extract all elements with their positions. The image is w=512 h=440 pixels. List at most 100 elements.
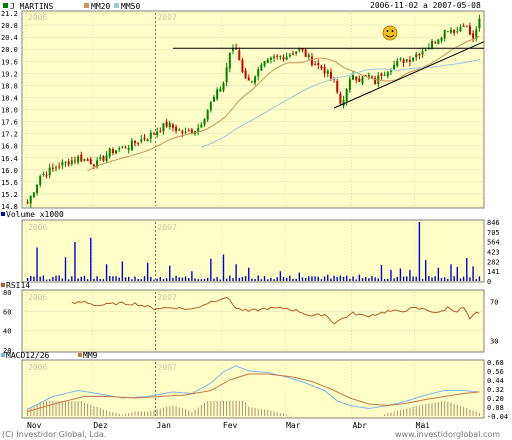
candle-body [449,29,452,33]
candle-body [130,140,133,150]
candle-body [86,159,89,161]
candle-body [443,30,446,39]
volume-tick-label: 564 [487,239,500,247]
candle-body [143,137,146,140]
candle-body [329,71,332,79]
candle-body [165,121,168,127]
candle-body [197,127,200,132]
price-tick-label: 19.2 [1,70,18,78]
price-tick-label: 15.2 [1,191,18,199]
rsi-panel-bg [21,289,485,353]
year-mark: 2007 [158,223,177,232]
month-label: Jan [157,421,172,430]
candle-body [178,129,181,131]
candle-body [83,159,86,161]
ma20-legend-icon [84,3,89,8]
price-tick-label: 15.6 [1,179,18,187]
candle-body [301,48,304,51]
legend-square-icon [3,3,8,8]
rsi-right-tick: 30 [490,337,498,345]
candle-body [282,57,285,60]
year-mark: 2007 [158,13,177,22]
candle-body [137,143,140,145]
month-label: Dez [93,421,108,430]
rsi-right-tick: 70 [490,299,498,307]
candle-body [121,146,124,148]
candle-body [279,56,282,58]
candle-body [431,40,434,48]
candle-body [111,149,114,154]
volume-tick-label: 141 [487,268,500,276]
candle-body [304,49,307,57]
macd-title: MACD12/26 [6,351,50,360]
price-tick-label: 20.4 [1,34,18,42]
month-label: Mar [286,421,301,430]
candle-body [446,31,449,33]
year-mark: 2007 [158,293,177,302]
candle-body [370,76,373,78]
candle-body [146,139,149,141]
candle-body [412,57,415,61]
candle-body [326,70,329,74]
month-label: Fev [223,421,238,430]
volume-tick-label: 705 [487,229,500,237]
candle-body [26,202,29,204]
stock-chart: 20062006200620062007200720072007 J MARTI… [0,0,512,440]
candle-body [415,54,418,58]
candle-body [478,18,481,29]
macd-tick-label: 0.20 [487,395,504,403]
rsi-tick-label: 80 [3,289,11,297]
candle-body [222,82,225,91]
candle-body [213,97,216,102]
ma20-label: MM20 [91,2,110,11]
price-tick-label: 16.0 [1,167,18,175]
month-label: Abr [352,421,367,430]
candle-body [468,25,471,35]
candle-body [352,75,355,80]
candle-body [285,56,288,60]
candle-body [336,81,339,93]
macd-signal-label: MM9 [83,351,98,360]
candle-body [247,77,250,81]
candle-body [402,59,405,63]
candle-body [339,93,342,104]
candle-body [405,59,408,62]
price-tick-label: 14.8 [1,203,18,211]
price-tick-label: 19.6 [1,58,18,66]
candle-body [380,73,383,76]
candle-body [418,54,421,56]
copyright-text: (C) Investidor Global, Lda. [2,430,106,439]
volume-tick-label: 423 [487,249,500,257]
candle-body [67,161,70,165]
candle-body [228,52,231,69]
rsi-tick-label: 20 [3,347,11,355]
candle-body [367,75,370,77]
candle-body [206,110,209,120]
candle-body [399,58,402,60]
candle-body [156,131,159,135]
candle-body [58,166,61,168]
candle-body [383,74,386,76]
candle-body [291,53,294,55]
candle-body [42,173,45,175]
candle-body [472,33,475,39]
price-tick-label: 20.8 [1,22,18,30]
volume-tick-label: 282 [487,258,500,266]
price-tick-label: 16.8 [1,143,18,151]
candle-body [273,56,276,58]
candle-body [462,25,465,27]
volume-tick-label: 0 [487,278,491,286]
candle-body [276,55,279,57]
candle-body [244,70,247,79]
candle-body [181,131,184,133]
candle-body [92,164,95,167]
candle-body [355,76,358,80]
price-tick-label: 17.6 [1,119,18,127]
candle-body [209,102,212,110]
candle-body [134,141,137,144]
candle-body [159,130,162,132]
candle-body [51,167,54,169]
candle-body [440,37,443,41]
candle-body [260,64,263,71]
candle-body [80,154,83,162]
